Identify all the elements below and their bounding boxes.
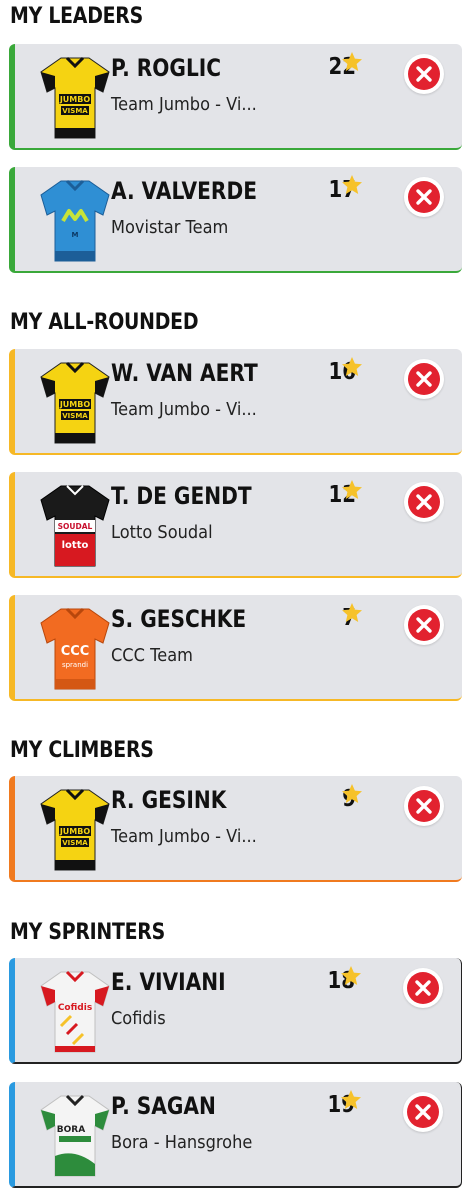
close-icon [408, 181, 440, 213]
section-title-all-rounded: MY ALL-ROUNDED [10, 310, 199, 335]
jersey-lotto-soudal-icon: SOUDAL lotto [40, 485, 110, 567]
jersey-cofidis-icon: Cofidis [40, 970, 110, 1053]
rider-card[interactable]: CCC sprandi S. GESCHKE CCC Team 7 [9, 595, 462, 701]
star-icon [342, 784, 362, 803]
rider-team: Team Jumbo - Vi... [111, 399, 257, 420]
rider-card[interactable]: JUMBO VISMA W. VAN AERT Team Jumbo - Vi.… [9, 349, 462, 455]
remove-rider-button[interactable] [404, 54, 444, 94]
rider-team: Movistar Team [111, 217, 229, 238]
rider-team: Bora - Hansgrohe [111, 1132, 253, 1153]
rider-team: Team Jumbo - Vi... [111, 826, 257, 847]
rider-name: R. GESINK [111, 786, 227, 814]
remove-rider-button[interactable] [404, 177, 444, 217]
star-icon [342, 480, 362, 499]
svg-text:JUMBO: JUMBO [59, 95, 91, 104]
rider-name: P. ROGLIC [111, 54, 222, 82]
rider-team: Cofidis [111, 1008, 166, 1029]
rider-card[interactable]: JUMBO VISMA R. GESINK Team Jumbo - Vi...… [9, 776, 462, 882]
rider-card[interactable]: Cofidis E. VIVIANI Cofidis 18 [9, 958, 462, 1064]
section-title-sprinters: MY SPRINTERS [10, 920, 165, 945]
remove-rider-button[interactable] [403, 968, 443, 1008]
svg-text:VISMA: VISMA [62, 412, 88, 420]
remove-rider-button[interactable] [404, 359, 444, 399]
star-icon [342, 175, 362, 194]
svg-text:JUMBO: JUMBO [59, 827, 91, 836]
remove-rider-button[interactable] [404, 482, 444, 522]
close-icon [408, 790, 440, 822]
remove-rider-button[interactable] [404, 605, 444, 645]
rider-card[interactable]: SOUDAL lotto T. DE GENDT Lotto Soudal 12 [9, 472, 462, 578]
close-icon [408, 486, 440, 518]
star-icon [341, 1090, 361, 1109]
rider-team: Lotto Soudal [111, 522, 213, 543]
rider-name: P. SAGAN [111, 1092, 216, 1120]
rider-name: E. VIVIANI [111, 968, 226, 996]
rider-name: W. VAN AERT [111, 359, 258, 387]
remove-rider-button[interactable] [403, 1092, 443, 1132]
svg-text:VISMA: VISMA [62, 839, 88, 847]
close-icon [408, 363, 440, 395]
close-icon [407, 972, 439, 1004]
star-icon [342, 603, 362, 622]
svg-text:CCC: CCC [61, 644, 90, 659]
jersey-jumbo-visma-icon: JUMBO VISMA [40, 788, 110, 871]
star-icon [342, 52, 362, 71]
rider-team: CCC Team [111, 645, 193, 666]
rider-name: A. VALVERDE [111, 177, 257, 205]
jersey-movistar-icon: M [40, 179, 110, 262]
close-icon [408, 58, 440, 90]
section-title-leaders: MY LEADERS [10, 4, 143, 29]
svg-text:sprandi: sprandi [62, 661, 88, 669]
close-icon [408, 609, 440, 641]
rider-card[interactable]: JUMBO VISMA P. ROGLIC Team Jumbo - Vi...… [9, 44, 462, 150]
close-icon [407, 1096, 439, 1128]
rider-name: S. GESCHKE [111, 605, 247, 633]
rider-team: Team Jumbo - Vi... [111, 94, 257, 115]
svg-text:JUMBO: JUMBO [59, 400, 91, 409]
star-icon [342, 357, 362, 376]
jersey-bora-hansgrohe-icon: BORA [40, 1094, 110, 1177]
jersey-ccc-icon: CCC sprandi [40, 607, 110, 690]
remove-rider-button[interactable] [404, 786, 444, 826]
section-title-climbers: MY CLIMBERS [10, 738, 154, 763]
svg-text:M: M [72, 231, 79, 239]
jersey-jumbo-visma-icon: JUMBO VISMA [40, 361, 110, 444]
svg-text:Cofidis: Cofidis [58, 1003, 92, 1013]
rider-card[interactable]: M A. VALVERDE Movistar Team 17 [9, 167, 462, 273]
svg-text:SOUDAL: SOUDAL [58, 522, 93, 531]
svg-text:lotto: lotto [62, 540, 89, 551]
star-icon [341, 966, 361, 985]
svg-text:BORA: BORA [57, 1125, 85, 1135]
svg-text:VISMA: VISMA [62, 107, 88, 115]
rider-card[interactable]: BORA P. SAGAN Bora - Hansgrohe 19 [9, 1082, 462, 1188]
jersey-jumbo-visma-icon: JUMBO VISMA [40, 56, 110, 139]
rider-name: T. DE GENDT [111, 482, 252, 510]
